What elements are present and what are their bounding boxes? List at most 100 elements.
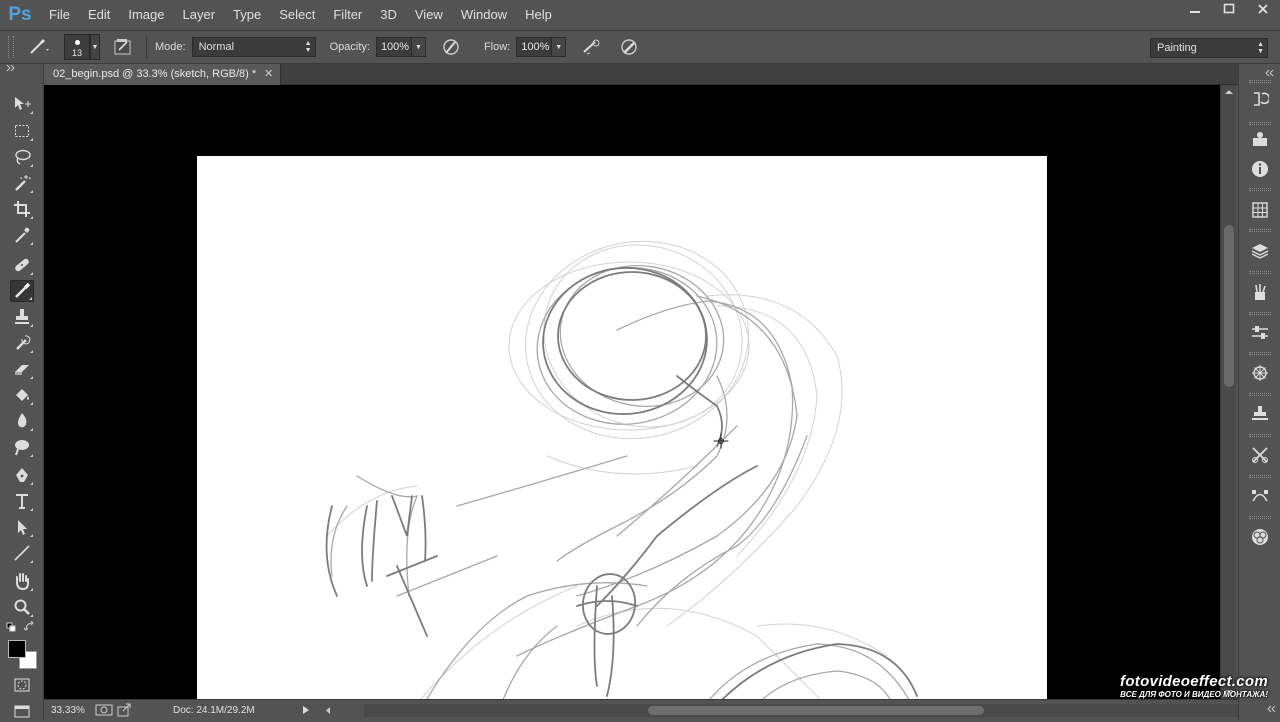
paint-bucket-tool[interactable]: [10, 384, 34, 406]
brush-tool[interactable]: [10, 280, 34, 302]
canvas-area[interactable]: [44, 85, 1220, 699]
minimize-icon: [1190, 11, 1200, 13]
navigator-panel-button[interactable]: [1248, 362, 1272, 384]
move-tool[interactable]: [10, 93, 34, 115]
eraser-tool[interactable]: [10, 358, 34, 380]
quick-mask-button[interactable]: [10, 674, 34, 696]
magic-wand-tool[interactable]: [10, 172, 34, 194]
menu-help[interactable]: Help: [516, 0, 561, 30]
default-colors-button[interactable]: [6, 622, 16, 635]
path-selection-tool[interactable]: [10, 516, 34, 538]
menu-file[interactable]: File: [40, 0, 79, 30]
healing-brush-tool[interactable]: [10, 254, 34, 276]
close-window-button[interactable]: [1246, 0, 1280, 18]
document-tab[interactable]: 02_begin.psd @ 33.3% (sketch, RGB/8) * ✕: [44, 64, 282, 85]
styles-panel-button[interactable]: [1248, 526, 1272, 548]
menu-layer[interactable]: Layer: [174, 0, 225, 30]
scroll-up-icon[interactable]: [1221, 87, 1237, 97]
minimize-button[interactable]: [1178, 0, 1212, 18]
toolbox-collapse[interactable]: [0, 64, 43, 76]
vertical-scrollbar[interactable]: [1220, 85, 1236, 699]
maximize-button[interactable]: [1212, 0, 1246, 18]
brush-presets-icon: [1255, 284, 1266, 300]
info-panel-button[interactable]: [1248, 158, 1272, 180]
panel-grip[interactable]: [1249, 393, 1271, 396]
share-icon[interactable]: [117, 703, 133, 717]
hand-tool[interactable]: [10, 570, 34, 592]
layers-panel-button[interactable]: [1248, 240, 1272, 262]
panel-grip[interactable]: [1249, 475, 1271, 478]
horizontal-scrollbar[interactable]: [326, 704, 1238, 717]
zoom-tool[interactable]: [10, 596, 34, 618]
panel-grip[interactable]: [1249, 122, 1271, 125]
lasso-tool[interactable]: [10, 146, 34, 168]
menu-window[interactable]: Window: [452, 0, 516, 30]
panel-grip[interactable]: [1249, 271, 1271, 274]
menu-view[interactable]: View: [406, 0, 452, 30]
foreground-color-swatch[interactable]: [8, 640, 26, 658]
tool-presets-panel-button[interactable]: [1248, 444, 1272, 466]
flow-dropdown[interactable]: ▼: [552, 37, 567, 57]
dock-expand-button[interactable]: [1267, 704, 1277, 716]
panel-grip[interactable]: [1249, 352, 1271, 355]
horizontal-scroll-thumb[interactable]: [648, 706, 984, 715]
close-tab-icon[interactable]: ✕: [264, 64, 273, 85]
opacity-input[interactable]: 100%: [375, 37, 412, 57]
clone-source-panel-button[interactable]: [1248, 403, 1272, 425]
eyedropper-tool[interactable]: [10, 224, 34, 246]
panel-grip[interactable]: [1249, 80, 1271, 83]
flow-input[interactable]: 100%: [516, 37, 553, 57]
panel-grip[interactable]: [1249, 312, 1271, 315]
clone-source-icon: [1252, 406, 1268, 420]
pressure-opacity-toggle[interactable]: [440, 36, 462, 58]
panel-grip[interactable]: [1249, 434, 1271, 437]
adjustments-panel-button[interactable]: [1248, 322, 1272, 344]
history-panel-button[interactable]: [1248, 88, 1272, 110]
menu-bar: Ps File Edit Image Layer Type Select Fil…: [0, 0, 1280, 30]
opacity-dropdown[interactable]: ▼: [411, 37, 426, 57]
menu-image[interactable]: Image: [119, 0, 173, 30]
blur-tool[interactable]: [10, 410, 34, 432]
panel-grip[interactable]: [1249, 229, 1271, 232]
panel-grip[interactable]: [1249, 188, 1271, 191]
mode-label: Mode:: [155, 41, 186, 53]
brush-size-picker[interactable]: 13: [64, 34, 90, 60]
options-grip[interactable]: [8, 36, 14, 58]
brush-picker-arrow[interactable]: ▼: [90, 34, 100, 60]
workspace-select[interactable]: Painting ▲ ▼: [1150, 38, 1268, 58]
clone-stamp-tool[interactable]: [10, 306, 34, 328]
menu-select[interactable]: Select: [270, 0, 324, 30]
expand-panels-button[interactable]: [1265, 68, 1275, 80]
marquee-tool[interactable]: [10, 120, 34, 142]
properties-panel-button[interactable]: [1248, 128, 1272, 150]
pen-tool[interactable]: [10, 464, 34, 486]
brush-presets-panel-button[interactable]: [1248, 281, 1272, 303]
dodge-tool[interactable]: [10, 436, 34, 458]
swatches-panel-button[interactable]: [1248, 199, 1272, 221]
proof-setup-icon[interactable]: [95, 703, 117, 717]
panel-grip[interactable]: [1249, 516, 1271, 519]
status-menu-arrow-icon[interactable]: [301, 705, 311, 715]
zoom-level[interactable]: 33.33%: [51, 705, 93, 716]
blend-mode-select[interactable]: Normal ▲ ▼: [191, 37, 316, 57]
screen-mode-button[interactable]: [10, 700, 34, 722]
menu-edit[interactable]: Edit: [79, 0, 119, 30]
eyedropper-icon: [15, 227, 30, 243]
document-tab-bar: 02_begin.psd @ 33.3% (sketch, RGB/8) * ✕: [44, 64, 1238, 85]
scroll-left-icon[interactable]: [324, 704, 332, 717]
history-brush-tool[interactable]: [10, 332, 34, 354]
document-canvas[interactable]: [197, 156, 1047, 699]
tool-preset-picker[interactable]: [20, 34, 56, 60]
swap-colors-button[interactable]: [23, 620, 36, 635]
pressure-size-toggle[interactable]: [618, 36, 640, 58]
paths-panel-button[interactable]: [1248, 485, 1272, 507]
crop-tool[interactable]: [10, 198, 34, 220]
type-tool[interactable]: [10, 490, 34, 512]
menu-3d[interactable]: 3D: [371, 0, 406, 30]
vertical-scroll-thumb[interactable]: [1224, 225, 1234, 387]
line-tool[interactable]: [10, 542, 34, 564]
menu-type[interactable]: Type: [224, 0, 270, 30]
airbrush-toggle[interactable]: [580, 36, 602, 58]
menu-filter[interactable]: Filter: [324, 0, 371, 30]
brush-panel-toggle[interactable]: [112, 36, 134, 58]
